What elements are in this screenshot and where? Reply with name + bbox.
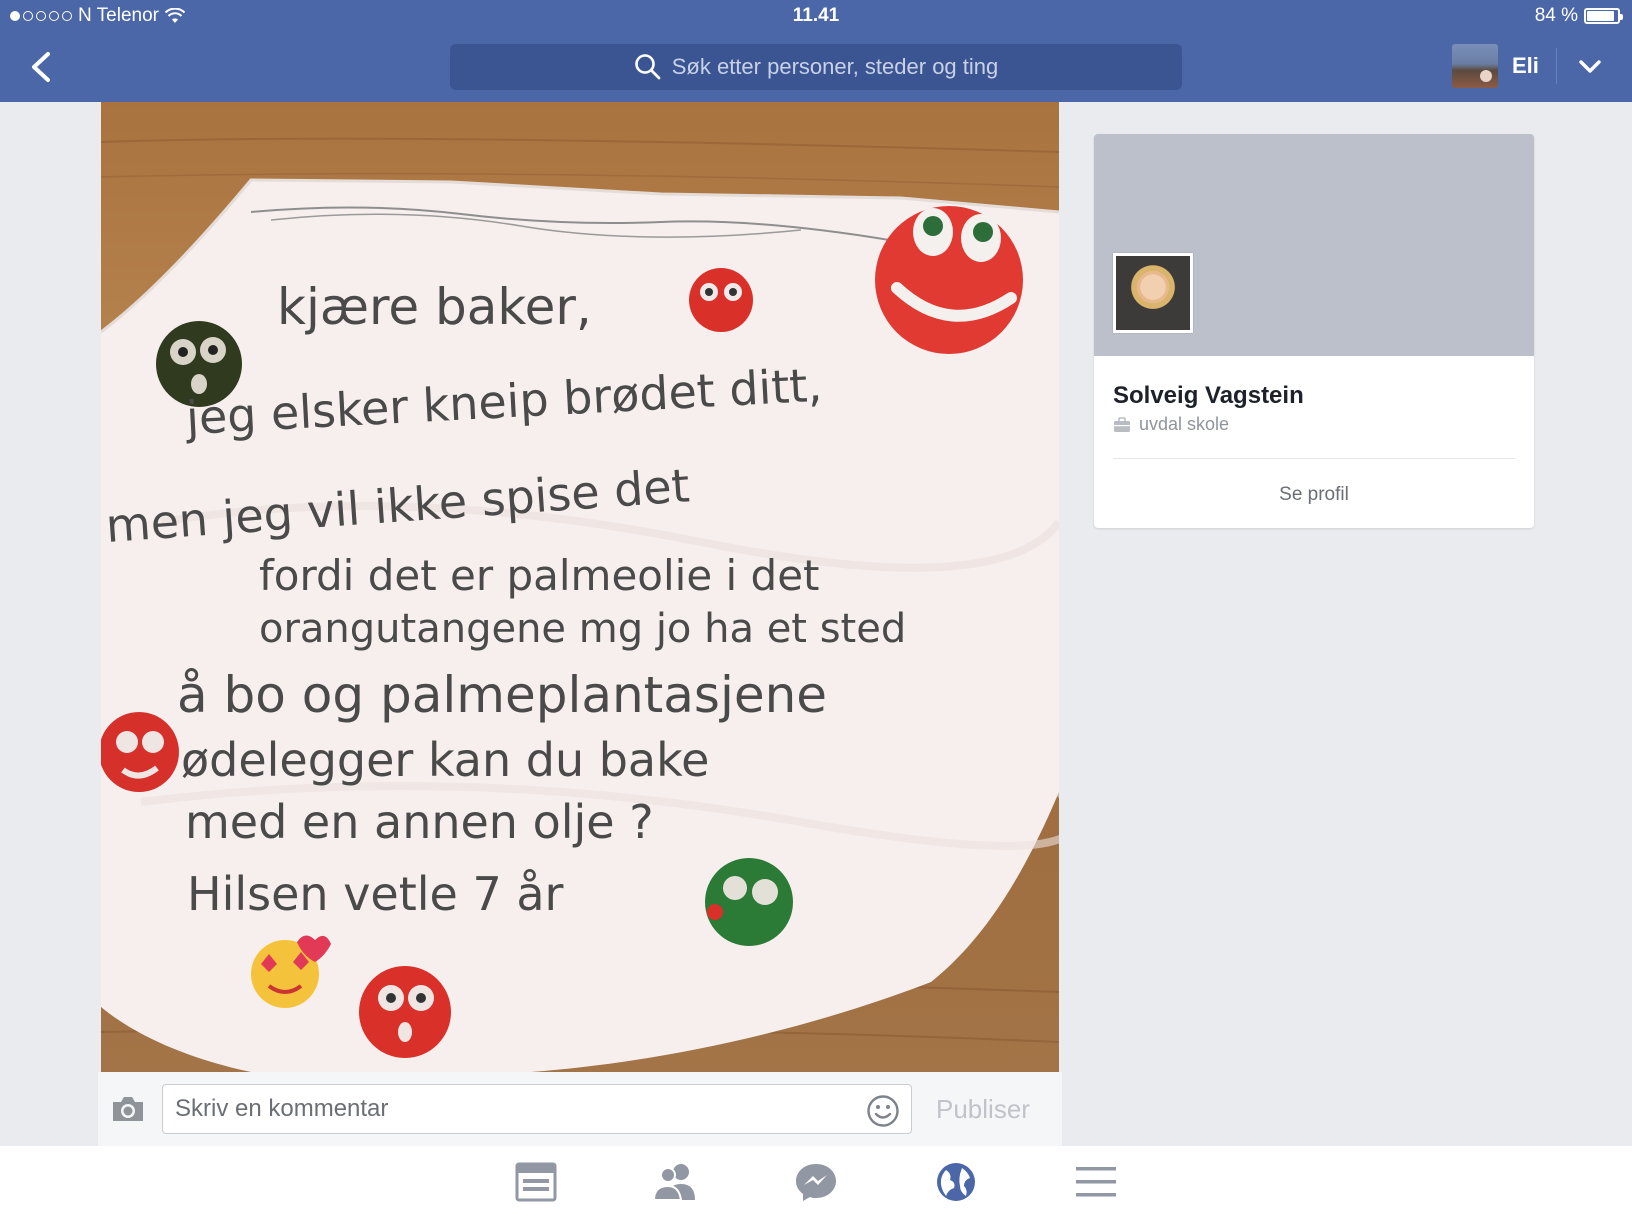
letter-line-4: fordi det er palmeolie i det: [259, 551, 820, 600]
red-surprised-face-sticker: [359, 966, 451, 1058]
menu-icon: [1076, 1167, 1116, 1197]
profile-picture[interactable]: [1113, 253, 1193, 333]
smiley-icon: [867, 1095, 899, 1127]
workplace-text: uvdal skole: [1139, 414, 1230, 434]
back-button[interactable]: [24, 48, 60, 86]
letter-line-8: med en annen olje ?: [185, 795, 654, 849]
status-bar: N Telenor 11.41 84 %: [0, 0, 1632, 32]
tab-messenger[interactable]: [792, 1160, 840, 1204]
friends-icon: [652, 1164, 695, 1201]
chevron-down-icon: [1579, 60, 1601, 73]
battery-group: 84 %: [1534, 5, 1623, 27]
see-profile-link[interactable]: Se profil: [1094, 484, 1534, 506]
search-bar[interactable]: Søk etter personer, steder og ting: [450, 44, 1182, 90]
card-divider: [1113, 458, 1515, 459]
user-name: Eli: [1512, 53, 1539, 78]
user-profile-button[interactable]: Eli: [1452, 44, 1539, 88]
letter-line-9: Hilsen vetle 7 år: [187, 867, 564, 921]
letter-line-6: å bo og palmeplantasjene: [177, 666, 827, 724]
red-face-sticker-left: [101, 712, 179, 792]
clock: 11.41: [792, 5, 840, 26]
messenger-icon: [796, 1164, 836, 1201]
red-face-sticker-small: [689, 268, 753, 332]
letter-line-1: kjære baker,: [277, 278, 592, 336]
search-icon: [634, 54, 661, 80]
green-face-sticker: [705, 858, 793, 946]
battery-percent: 84 %: [1534, 5, 1578, 26]
letter-line-5: orangutangene mg jo ha et sted: [259, 606, 906, 652]
tab-friends[interactable]: [651, 1160, 699, 1204]
emoji-button[interactable]: [866, 1094, 900, 1128]
handwritten-letter-image: kjære baker, jeg elsker kneip brødet dit…: [101, 137, 1059, 1072]
comment-input[interactable]: [162, 1084, 912, 1134]
battery-icon: [1584, 8, 1623, 24]
tab-menu[interactable]: [1072, 1160, 1120, 1204]
camera-icon: [113, 1097, 143, 1121]
globe-notifications-icon: [937, 1163, 975, 1201]
news-feed-icon: [515, 1162, 557, 1202]
bottom-tab-bar: [0, 1146, 1632, 1224]
account-menu-button[interactable]: [1572, 50, 1608, 84]
tab-notifications[interactable]: [932, 1160, 980, 1204]
user-avatar: [1452, 44, 1498, 88]
post-photo[interactable]: kjære baker, jeg elsker kneip brødet dit…: [101, 102, 1059, 1072]
profile-workplace: uvdal skole: [1113, 414, 1229, 435]
letter-line-7: ødelegger kan du bake: [181, 733, 709, 787]
tab-news-feed[interactable]: [512, 1160, 560, 1204]
briefcase-icon: [1114, 416, 1130, 432]
nav-divider: [1556, 48, 1557, 84]
search-placeholder: Søk etter personer, steder og ting: [671, 54, 999, 79]
comment-bar: Publiser: [98, 1072, 1062, 1146]
publish-button[interactable]: Publiser: [936, 1092, 1050, 1126]
top-navigation-bar: Søk etter personer, steder og ting Eli: [0, 32, 1632, 102]
chevron-left-icon: [32, 52, 50, 82]
profile-card: Solveig Vagstein uvdal skole Se profil: [1094, 134, 1534, 528]
red-smiley-sticker-large: [875, 206, 1023, 354]
profile-name[interactable]: Solveig Vagstein: [1113, 382, 1304, 410]
camera-button[interactable]: [110, 1092, 146, 1126]
